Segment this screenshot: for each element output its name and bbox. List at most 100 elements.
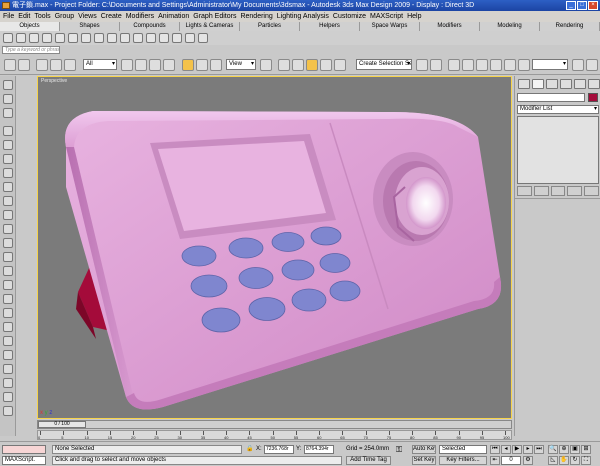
configure-sets-icon[interactable] [584,186,599,196]
graphite-tools-icon[interactable] [462,59,474,71]
tab-space-warps[interactable]: Space Warps [360,22,420,31]
field-of-view-icon[interactable]: ◺ [548,456,558,465]
object-name-field[interactable] [517,93,585,102]
go-to-end-icon[interactable]: ⏭ [534,445,544,454]
tessellate-icon[interactable] [3,364,13,374]
cut-icon[interactable] [3,294,13,304]
reference-coordinate-dropdown[interactable]: View [226,59,256,70]
minimize-icon[interactable]: _ [566,1,576,10]
scale-icon[interactable] [210,59,222,71]
perspective-viewport[interactable]: Perspective x y z [37,76,512,419]
chamfercyl-icon[interactable] [198,33,208,43]
display-panel-icon[interactable] [574,79,586,89]
menu-customize[interactable]: Customize [333,11,366,22]
turn-icon[interactable] [3,322,13,332]
play-icon[interactable]: ▶ [512,445,522,454]
torus-icon[interactable] [81,33,91,43]
geosphere-icon[interactable] [42,33,52,43]
smooth-icon[interactable] [3,350,13,360]
link-icon[interactable] [36,59,48,71]
capsule-icon[interactable] [133,33,143,43]
box-icon[interactable] [3,33,13,43]
render-production-icon[interactable] [572,59,584,71]
tab-compounds[interactable]: Compounds [120,22,180,31]
hierarchy-icon[interactable] [3,108,13,118]
angle-snap-icon[interactable] [320,59,332,71]
slice-icon[interactable] [3,308,13,318]
current-frame-field[interactable]: 0 [501,456,521,465]
named-selection-sets-dropdown[interactable]: Create Selection Set [356,59,412,70]
curve-editor-icon[interactable] [476,59,488,71]
make-unique-icon[interactable] [550,186,566,196]
cone-icon[interactable] [16,33,26,43]
menu-help[interactable]: Help [407,11,421,22]
key-filters-button[interactable]: Key Filters... [439,456,487,465]
tube-icon[interactable] [68,33,78,43]
app-icon[interactable] [2,2,10,9]
search-input[interactable]: Type a keyword or phrase [2,46,60,54]
teapot-icon[interactable] [107,33,117,43]
show-end-result-icon[interactable] [533,186,549,196]
chamferbox-icon[interactable] [185,33,195,43]
pivot-center-icon[interactable] [260,59,272,71]
soft-selection-icon[interactable] [3,406,13,416]
maxscript-input[interactable]: MAXScript. [2,456,46,465]
tab-lights-cameras[interactable]: Lights & Cameras [180,22,240,31]
relax-icon[interactable] [3,378,13,388]
pan-icon[interactable]: ✋ [559,456,569,465]
time-configuration-icon[interactable]: ⚙ [523,456,533,465]
constraints-icon[interactable] [3,392,13,402]
bind-space-warp-icon[interactable] [64,59,76,71]
track-bar[interactable]: 0 5 10 15 20 25 30 35 40 45 50 55 60 65 70 75 80 85 90 95 10… [37,430,512,440]
schematic-view-icon[interactable] [490,59,502,71]
create-panel-icon[interactable] [518,79,530,89]
selection-filter-dropdown[interactable]: All [83,59,117,70]
previous-frame-icon[interactable]: ◂ [501,445,511,454]
tab-helpers[interactable]: Helpers [300,22,360,31]
menu-create[interactable]: Create [101,11,122,22]
edge-icon[interactable] [3,154,13,164]
keyboard-shortcut-icon[interactable] [292,59,304,71]
lock-selection-icon[interactable]: 🔒 [246,445,253,454]
inset-icon[interactable] [3,224,13,234]
percent-snap-icon[interactable] [334,59,346,71]
utilities-panel-icon[interactable] [588,79,600,89]
orbit-icon[interactable]: ↻ [570,456,580,465]
tab-shapes[interactable]: Shapes [60,22,120,31]
close-icon[interactable]: × [588,1,598,10]
border-icon[interactable] [3,168,13,178]
render-setup-icon[interactable] [518,59,530,71]
menu-lighting-analysis[interactable]: Lighting Analysis [277,11,329,22]
time-slider-handle[interactable]: 0 / 100 [38,421,86,428]
hierarchy-panel-icon[interactable] [546,79,558,89]
menu-maxscript[interactable]: MAXScript [370,11,403,22]
extrude-icon[interactable] [3,196,13,206]
set-key-button[interactable]: Set Key [412,456,436,465]
rotate-icon[interactable] [196,59,208,71]
chamfer-icon[interactable] [3,252,13,262]
tab-objects[interactable]: Objects [0,22,60,31]
modifier-stack[interactable] [517,116,599,184]
menu-views[interactable]: Views [78,11,97,22]
tab-modifiers[interactable]: Modifiers [420,22,480,31]
remove-modifier-icon[interactable] [567,186,583,196]
menu-group[interactable]: Group [55,11,74,22]
time-slider[interactable]: 0 / 100 [37,420,512,429]
weld-icon[interactable] [3,280,13,290]
modify-panel-icon[interactable] [532,79,544,89]
tab-modeling[interactable]: Modeling [480,22,540,31]
y-coordinate-field[interactable]: 8764.394r [304,445,334,454]
plane-icon[interactable] [120,33,130,43]
motion-panel-icon[interactable] [560,79,572,89]
move-icon[interactable] [182,59,194,71]
maxscript-listener-output[interactable] [2,445,46,454]
menu-rendering[interactable]: Rendering [240,11,272,22]
select-icon[interactable] [3,94,13,104]
menu-modifiers[interactable]: Modifiers [126,11,154,22]
layer-manager-icon[interactable] [448,59,460,71]
tab-particles[interactable]: Particles [240,22,300,31]
snaps-toggle-icon[interactable] [306,59,318,71]
zoom-extents-icon[interactable]: ▣ [570,445,580,454]
redo-icon[interactable] [18,59,30,71]
sphere-icon[interactable] [29,33,39,43]
